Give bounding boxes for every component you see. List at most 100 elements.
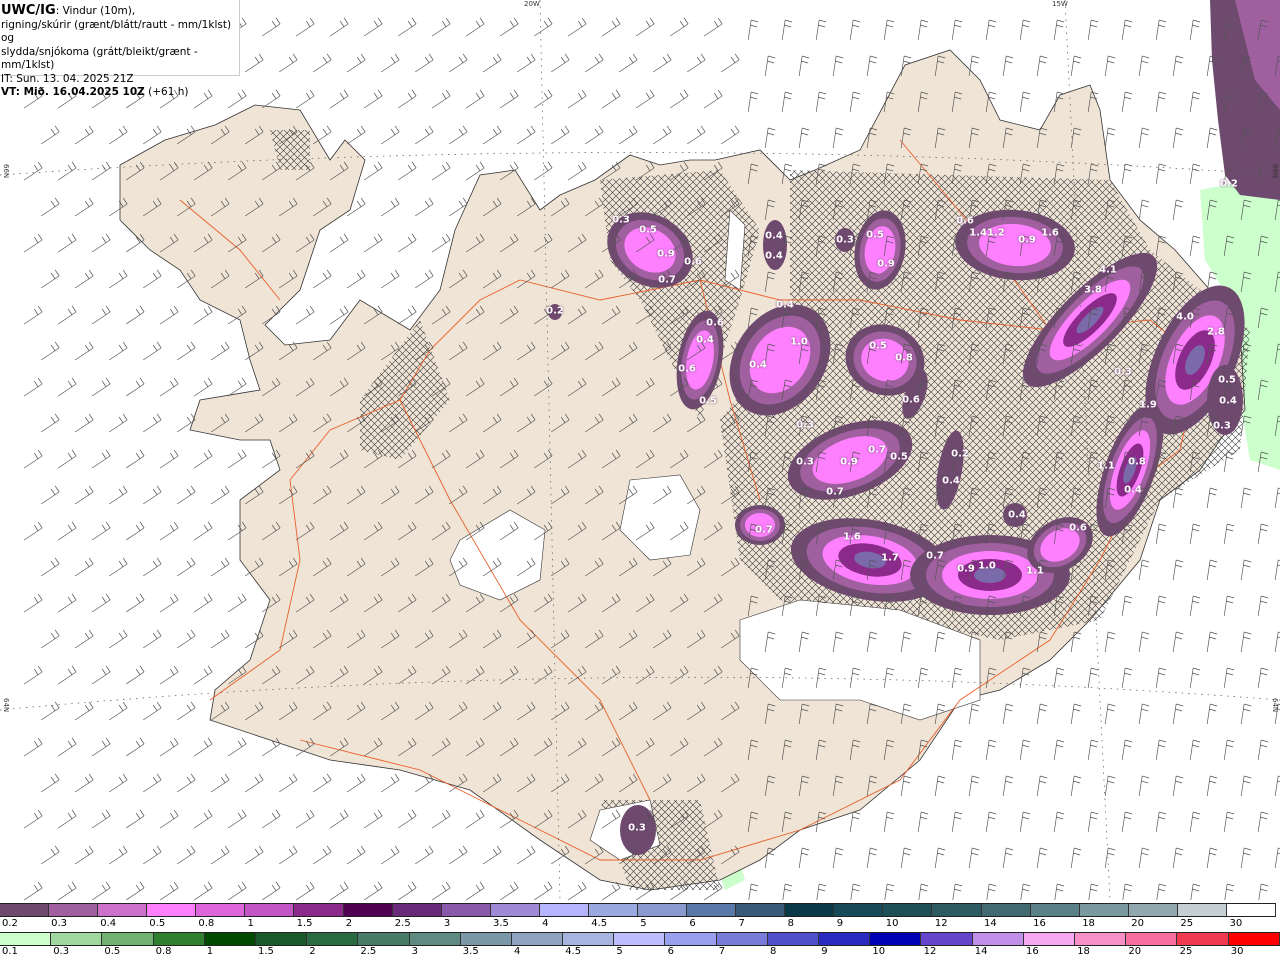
lead-time: (+61 h): [144, 86, 189, 98]
snow-legend-label: 0.4: [100, 918, 117, 929]
rain-colorbar: [0, 932, 1280, 946]
precip-value-label: 0.9: [657, 248, 675, 260]
precip-value-label: 1.6: [1041, 227, 1059, 239]
lat-label-66n-left: 66N: [2, 164, 10, 179]
rain-legend-label: 0.1: [2, 946, 18, 957]
precip-value-label: 0.5: [866, 229, 884, 241]
rain-legend-label: 25: [1179, 946, 1193, 957]
rain-legend-label: 1: [206, 946, 214, 957]
precip-value-label: 0.7: [658, 274, 676, 286]
valid-time: VT: Mið. 16.04.2025 10Z: [1, 86, 145, 98]
precip-value-label: 3.8: [1084, 284, 1102, 296]
precip-value-label: 0.9: [1018, 234, 1036, 246]
precip-value-label: 0.6: [956, 215, 974, 227]
snow-legend-label: 6: [689, 918, 696, 929]
precip-value-label: 0.2: [951, 448, 969, 460]
snow-colorbar: [0, 903, 1277, 917]
snow-legend-label: 4.5: [591, 918, 608, 929]
precip-value-label: 0.8: [895, 352, 913, 364]
precip-value-label: 1.41.2: [969, 227, 1005, 239]
precip-value-label: 0.5: [1218, 374, 1236, 386]
snow-legend-swatch: [49, 904, 99, 916]
snow-legend-swatch: [196, 904, 246, 916]
rain-legend-label: 14: [974, 946, 988, 957]
snow-legend-swatch: [539, 904, 589, 916]
precip-value-label: 0.4: [942, 475, 960, 487]
snow-legend-swatch: [0, 904, 50, 916]
rain-legend-swatch: [1177, 933, 1229, 945]
snow-legend-label: 10: [885, 918, 899, 929]
precip-value-label: 1.0: [978, 560, 996, 572]
precip-value-label: 0.6: [678, 363, 696, 375]
precip-value-label: 0.4: [765, 250, 783, 262]
precip-value-label: 0.7: [926, 550, 944, 562]
precip-value-label: 0.6: [684, 256, 702, 268]
precip-value-label: 0.4: [749, 359, 767, 371]
title-line-1: : Vindur (10m),: [55, 5, 136, 17]
snow-legend-label: 20: [1131, 918, 1145, 929]
snow-legend-label: 8: [787, 918, 794, 929]
precip-value-label: 0.9: [877, 258, 895, 270]
precip-value-label: 0.3: [836, 234, 854, 246]
snow-legend-swatch: [392, 904, 442, 916]
snow-legend-swatch: [834, 904, 884, 916]
snowfall-area: [763, 220, 787, 270]
precip-value-label: 0.3: [796, 456, 814, 468]
precip-value-label: 0.9: [957, 563, 975, 575]
snow-legend-label: 3.5: [493, 918, 509, 929]
precip-value-label: 0.3: [1114, 366, 1132, 378]
precip-value-label: 0.5: [869, 340, 887, 352]
precip-value-label: 2.8: [1207, 326, 1225, 338]
precip-value-label: 0.7: [868, 444, 886, 456]
lat-label-64n-right: 64N: [1271, 698, 1279, 713]
precip-value-label: 0.4: [1219, 395, 1237, 407]
rain-legend-swatch: [409, 933, 461, 945]
rain-legend-label: 18: [1077, 946, 1090, 957]
precip-value-label: 0.5: [639, 224, 657, 236]
precip-value-label: 0.4: [776, 299, 794, 311]
rain-legend-swatch: [511, 933, 564, 945]
rain-legend-swatch: [819, 933, 871, 945]
precip-value-label: 4.1: [1099, 264, 1117, 276]
snow-legend-swatch: [1030, 904, 1080, 916]
precip-value-label: 1.1: [1026, 565, 1044, 577]
rain-legend-label: 6: [667, 946, 674, 957]
snow-legend-swatch: [294, 904, 344, 916]
rain-legend-label: 16: [1026, 946, 1039, 957]
precip-value-label: 0.3: [1213, 420, 1231, 432]
precip-value-label: 0.3: [612, 214, 630, 226]
precip-value-label: 0.4: [765, 230, 783, 242]
lat-label-64n-left: 64N: [2, 698, 10, 713]
precip-value-label: 0.5: [699, 395, 717, 407]
snow-legend-swatch: [1128, 904, 1178, 916]
rain-colorbar-labels: 0.1 0.3 0.5 0.8 1 1.5 2 2.5 3 3.5 4 4.5 5 6 7 8 9 10 12 14 1…: [0, 946, 1280, 960]
precip-value-label: 0.6: [1069, 522, 1087, 534]
precip-value-label: 0.4: [1008, 509, 1026, 521]
rain-legend-label: 9: [821, 946, 828, 957]
rain-legend-label: 4: [514, 946, 521, 957]
snow-legend-label: 0.5: [149, 918, 166, 929]
precip-value-label: 1.0: [790, 336, 808, 348]
rain-legend-swatch: [153, 933, 205, 945]
lon-label-15w: 15W: [1052, 0, 1068, 8]
rain-legend-swatch: [1228, 933, 1280, 945]
snow-legend-label: 3: [443, 918, 451, 929]
snow-legend-label: 2: [345, 918, 353, 929]
rain-legend-swatch: [563, 933, 615, 945]
precip-value-label: 1.7: [881, 552, 899, 564]
precip-value-label: 0.2: [1220, 178, 1238, 190]
precip-value-label: 0.6: [902, 394, 920, 406]
snow-colorbar-labels: 0.2 0.3 0.4 0.5 0.8 1 1.5 2 2.5 3 3.5 4 4.5 5 6 7 8 9 10 12…: [0, 918, 1280, 932]
title-line-3: slydda/snjókoma (grátt/bleikt/grænt - mm…: [1, 45, 198, 72]
precip-value-label: 1.1: [1097, 460, 1115, 472]
rain-legend-swatch: [665, 933, 717, 945]
snow-legend-label: 0.8: [198, 918, 215, 929]
map-title-box: UWC/IG: Vindur (10m), rigning/skúrir (gr…: [0, 0, 240, 98]
title-line-2: rigning/skúrir (grænt/blátt/rautt - mm/1…: [1, 18, 232, 45]
snow-legend-label: 9: [836, 918, 844, 929]
rain-legend-label: 5: [616, 946, 623, 957]
rain-legend-label: 0.5: [104, 946, 121, 957]
snow-legend-swatch: [245, 904, 295, 916]
rain-legend-swatch: [972, 933, 1024, 945]
rain-legend-swatch: [1023, 933, 1075, 945]
